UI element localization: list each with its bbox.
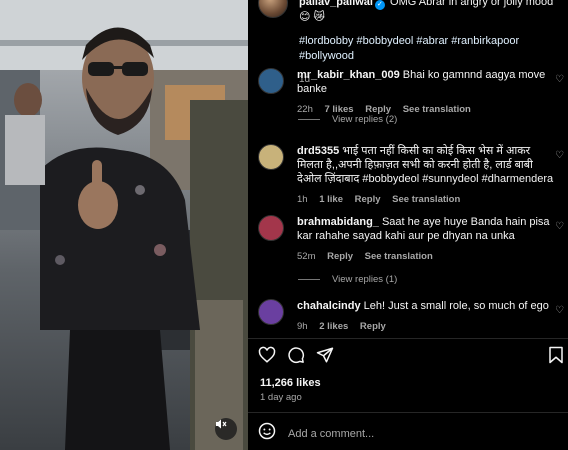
comment-heart-icon[interactable]: ♡ — [555, 221, 564, 232]
composer-divider — [248, 412, 568, 413]
action-bar — [258, 346, 566, 366]
comment-avatar[interactable] — [258, 299, 284, 325]
replies-line — [298, 279, 320, 280]
caption-hashtags[interactable]: #lordbobby #bobbydeol #abrar #ranbirkapo… — [299, 34, 563, 64]
comment-time: 52m — [297, 251, 316, 262]
post-age: 1 day ago — [260, 392, 302, 403]
comment-item: drd5355 भाई पता नहीं किसी का कोई किस भेस… — [258, 144, 563, 207]
post-detail-panel: pallav_paliwal ✓ OMG Abrar in angry or jo… — [248, 0, 568, 450]
comment-avatar[interactable] — [258, 215, 284, 241]
comment-likes[interactable]: 2 likes — [319, 321, 348, 332]
comment-time: 9h — [297, 321, 308, 332]
view-replies-label: View replies (2) — [332, 114, 398, 125]
author-avatar[interactable] — [258, 0, 288, 18]
view-replies-button[interactable]: View replies (2) — [298, 114, 397, 125]
add-comment-input[interactable]: Add a comment... — [288, 428, 374, 440]
comment-icon[interactable] — [287, 346, 305, 369]
likes-count[interactable]: 11,266 likes — [260, 377, 321, 389]
mute-button[interactable] — [215, 418, 237, 440]
comment-heart-icon[interactable]: ♡ — [555, 305, 564, 316]
comment-likes[interactable]: 1 like — [319, 194, 343, 205]
see-translation-link[interactable]: See translation — [392, 194, 460, 205]
comment-avatar[interactable] — [258, 68, 284, 94]
comment-item: chahalcindy Leh! Just a small role, so m… — [258, 299, 563, 334]
video-frame — [0, 0, 248, 450]
author-username[interactable]: pallav_paliwal — [299, 0, 373, 8]
comment-avatar[interactable] — [258, 144, 284, 170]
view-replies-label: View replies (1) — [332, 274, 398, 285]
comment-username[interactable]: brahmabidang_ — [297, 216, 379, 228]
verified-badge-icon: ✓ — [374, 0, 385, 10]
send-icon[interactable] — [316, 346, 334, 369]
bookmark-icon[interactable] — [548, 346, 564, 369]
comment-username[interactable]: chahalcindy — [297, 300, 361, 312]
heart-icon[interactable] — [258, 346, 276, 369]
view-replies-button[interactable]: View replies (1) — [298, 274, 397, 285]
post-media[interactable] — [0, 0, 248, 450]
reply-button[interactable]: Reply — [327, 251, 353, 262]
emoji-icon[interactable] — [258, 422, 276, 445]
see-translation-link[interactable]: See translation — [365, 251, 433, 262]
comment-text: Leh! Just a small role, so much of ego — [363, 300, 549, 312]
comment-heart-icon[interactable]: ♡ — [555, 150, 564, 161]
comment-username[interactable]: drd5355 — [297, 145, 339, 157]
comment-item: mr_kabir_khan_009 Bhai ko gamnnd aagya m… — [258, 68, 563, 117]
actions-divider — [248, 338, 568, 339]
reply-button[interactable]: Reply — [355, 194, 381, 205]
comment-time: 1h — [297, 194, 308, 205]
comment-item: brahmabidang_ Saat he aye huye Banda hai… — [258, 215, 563, 264]
comment-heart-icon[interactable]: ♡ — [555, 74, 564, 85]
comment-username[interactable]: mr_kabir_khan_009 — [297, 69, 400, 81]
see-translation-link[interactable]: See translation — [403, 104, 471, 115]
reply-button[interactable]: Reply — [360, 321, 386, 332]
replies-line — [298, 119, 320, 120]
comment-composer: Add a comment... — [258, 422, 566, 445]
